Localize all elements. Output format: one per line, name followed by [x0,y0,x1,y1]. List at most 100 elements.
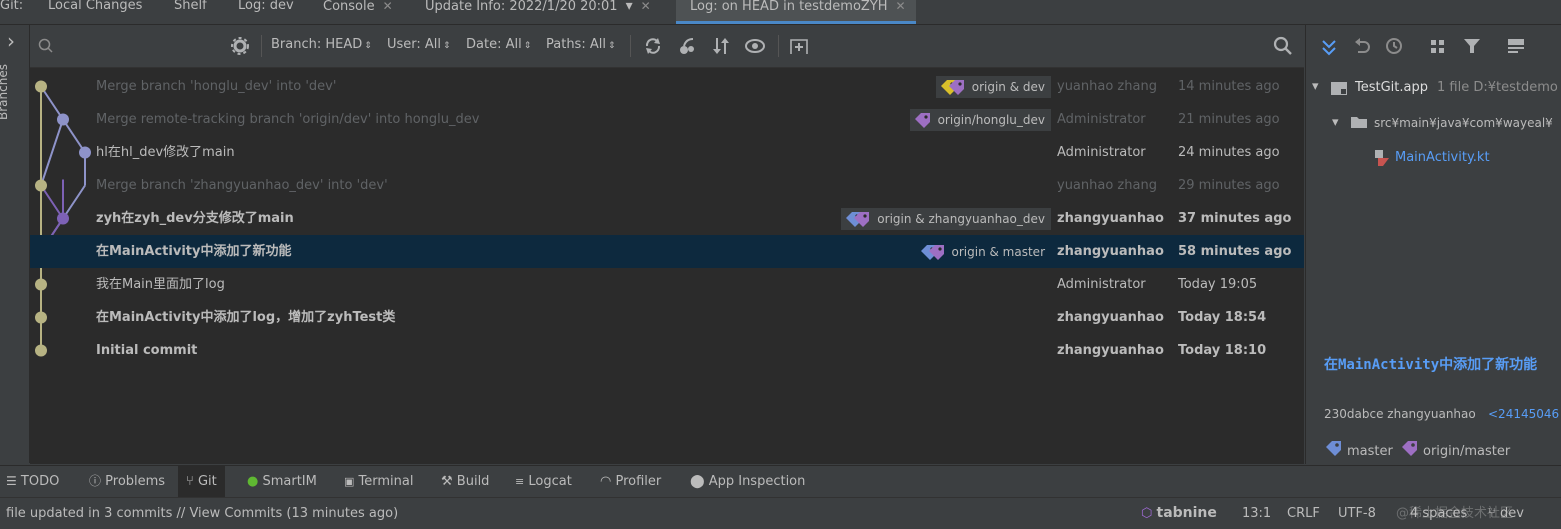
file-encoding[interactable]: UTF-8 [1338,498,1376,529]
branches-strip: › Branches [0,25,30,463]
commit-date: 58 minutes ago [1178,244,1292,259]
tabnine-widget[interactable]: ⬡ tabnine [1141,498,1217,529]
tool-label: Profiler [615,474,662,489]
toolbar-separator [778,35,779,57]
commit-author: yuanhao zhang [1057,79,1157,94]
expand-branches-icon[interactable]: › [7,31,15,51]
ref-badge[interactable]: origin/honglu_dev [909,109,1051,131]
commit-row[interactable]: 在MainActivity中添加了新功能 origin & master zhang… [30,235,1304,268]
commit-message: hl在hl_dev修改了main [96,145,235,160]
commit-row[interactable]: Merge remote-tracking branch 'origin/dev… [30,103,1304,136]
history-icon[interactable] [1384,35,1404,57]
tab-bar: Git: Local Changes Shelf Log: dev Consol… [0,0,1561,25]
close-icon[interactable]: ✕ [641,0,651,13]
tag-icon [914,112,930,128]
tool-problems[interactable]: ⓘ Problems [89,466,165,497]
branch-master[interactable]: master [1347,444,1393,459]
user-filter[interactable]: User: All ⇕ [387,25,451,67]
line-separator[interactable]: CRLF [1287,498,1320,529]
ref-label: origin/honglu_dev [937,113,1045,127]
cherry-pick-icon[interactable] [676,35,698,57]
tabnine-icon: ⬡ [1141,506,1153,521]
refresh-icon[interactable] [642,35,664,57]
tool-terminal[interactable]: ▣ Terminal [344,466,414,497]
file-mainactivity[interactable]: MainActivity.kt [1395,150,1490,165]
tree-root-label[interactable]: TestGit.app [1355,80,1428,95]
commit-date: Today 18:10 [1178,343,1267,358]
hammer-icon: ⚒ [441,474,453,489]
caret-icon: ⇕ [607,41,616,51]
tab-update-info[interactable]: Update Info: 2022/1/20 20:01 ▾ ✕ [425,0,651,24]
commit-message: 在MainActivity中添加了log，增加了zyhTest类 [96,310,396,325]
eye-icon[interactable] [744,35,766,57]
tab-label: Update Info: 2022/1/20 20:01 [425,0,618,14]
tree-folder-label[interactable]: src¥main¥java¥com¥wayeal¥ [1374,116,1553,130]
ref-label: origin & dev [971,80,1045,94]
user-filter-label: User: All [387,37,442,52]
tab-log-dev[interactable]: Log: dev [238,0,294,24]
paths-filter-label: Paths: All [546,37,606,52]
close-icon[interactable]: ✕ [383,0,393,13]
group-by-icon[interactable] [1428,35,1448,57]
paths-filter[interactable]: Paths: All ⇕ [546,25,616,67]
ref-badge[interactable]: origin & dev [935,76,1051,98]
root-expand-icon[interactable]: ▾ [1312,79,1319,94]
commit-row[interactable]: Merge branch 'zhangyuanhao_dev' into 'de… [30,169,1304,202]
search-log-icon[interactable] [1272,35,1294,57]
collapse-expand-icon[interactable] [710,35,732,57]
branch-origin-master[interactable]: origin/master [1423,444,1510,459]
commit-email-link[interactable]: <24145046 [1488,407,1559,421]
git-icon: ⑂ [186,474,194,489]
expand-all-icon[interactable] [1320,35,1338,57]
tab-local-changes[interactable]: Local Changes [48,0,142,24]
new-tab-icon[interactable] [788,35,810,57]
commit-date: 37 minutes ago [1178,211,1292,226]
tool-build[interactable]: ⚒ Build [441,466,489,497]
commit-row[interactable]: 在MainActivity中添加了log，增加了zyhTest类 zhangyua… [30,301,1304,334]
tool-smartim[interactable]: ● SmartIM [247,466,317,497]
tool-profiler[interactable]: ◠ Profiler [600,466,661,497]
tool-todo[interactable]: ☰ TODO [6,466,59,497]
search-icon [38,38,53,53]
status-message[interactable]: file updated in 3 commits // View Commit… [6,498,398,529]
filter-icon[interactable] [1462,35,1482,57]
close-icon[interactable]: ✕ [896,0,906,13]
branch-filter[interactable]: Branch: HEAD ⇕ [271,25,372,67]
folder-expand-icon[interactable]: ▾ [1332,115,1339,130]
tab-console[interactable]: Console ✕ [323,0,393,24]
commit-row[interactable]: hl在hl_dev修改了main Administrator 24 minutes … [30,136,1304,169]
search-input[interactable] [34,33,214,59]
commit-row[interactable]: zyh在zyh_dev分支修改了main origin & zhangyuanha… [30,202,1304,235]
commit-message: Merge remote-tracking branch 'origin/dev… [96,112,480,127]
tool-label: Git [197,474,217,489]
commit-row[interactable]: 我在Main里面加了log Administrator Today 19:05 [30,268,1304,301]
commit-author: Administrator [1057,145,1146,160]
layout-icon[interactable] [1506,35,1526,57]
tool-window-bar: ☰ TODO ⓘ Problems ⑂ Git ● SmartIM ▣ Term… [0,465,1561,497]
dropdown-icon[interactable]: ▾ [626,0,633,14]
tag-icon [1326,441,1341,456]
commit-message: Initial commit [96,343,198,358]
ref-badge[interactable]: origin & zhangyuanhao_dev [841,208,1051,230]
tab-shelf[interactable]: Shelf [174,0,207,24]
caret-position[interactable]: 13:1 [1242,498,1271,529]
commit-title: 在MainActivity中添加了新功能 [1324,357,1538,373]
gear-icon[interactable] [229,35,251,57]
branches-label[interactable]: Branches [0,64,10,120]
tab-log-head[interactable]: Log: on HEAD in testdemoZYH ✕ [676,0,916,24]
tool-git[interactable]: ⑂ Git [178,466,225,497]
tool-app-inspection[interactable]: ⬤ App Inspection [690,466,805,497]
branch-filter-label: Branch: HEAD [271,37,363,52]
commit-message: Merge branch 'honglu_dev' into 'dev' [96,79,337,94]
commit-row[interactable]: Merge branch 'honglu_dev' into 'dev' orig… [30,70,1304,103]
search-field[interactable] [58,35,212,57]
tool-label: App Inspection [708,474,806,489]
rollback-icon[interactable] [1352,35,1372,57]
commit-row[interactable]: Initial commit zhangyuanhao Today 18:10 [30,334,1304,367]
tool-label: SmartIM [262,474,317,489]
ref-badge[interactable]: origin & master [916,241,1051,263]
tool-label: TODO [20,474,60,489]
date-filter[interactable]: Date: All ⇕ [466,25,531,67]
caret-icon: ⇕ [443,41,451,51]
tool-logcat[interactable]: ≡ Logcat [515,466,572,497]
